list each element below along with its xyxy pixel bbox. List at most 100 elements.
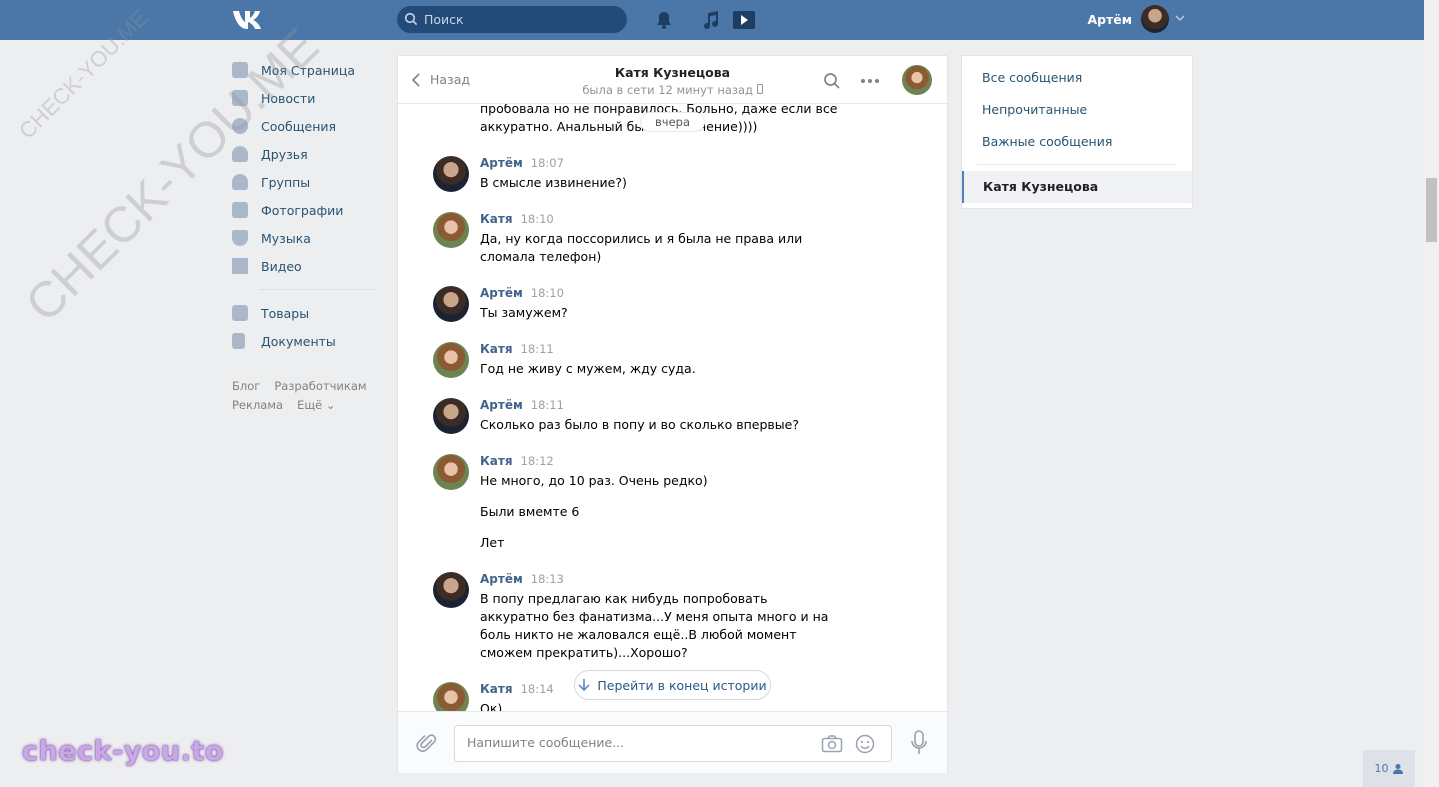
sidebar-item-friends[interactable]: Друзья bbox=[230, 140, 380, 168]
watermark-text: check-you.to bbox=[22, 736, 224, 767]
search-icon bbox=[404, 12, 418, 26]
message-author[interactable]: Артём 18:11 bbox=[480, 398, 564, 412]
message-author[interactable]: Катя 18:14 bbox=[480, 682, 554, 696]
scroll-to-end-button[interactable]: Перейти в конец истории bbox=[574, 670, 771, 700]
avatar[interactable] bbox=[1141, 5, 1169, 33]
sidebar-item-music[interactable]: Музыка bbox=[230, 224, 380, 252]
sidebar-item-label: Видео bbox=[261, 258, 302, 274]
sidebar-item-label: Музыка bbox=[261, 230, 311, 246]
sidebar-item-label: Документы bbox=[261, 333, 336, 349]
message-time: 18:11 bbox=[520, 342, 554, 356]
sidebar-item-label: Товары bbox=[261, 305, 310, 321]
camera-icon[interactable] bbox=[821, 734, 843, 754]
search-box[interactable]: Поиск bbox=[397, 6, 627, 33]
paperclip-icon[interactable] bbox=[416, 732, 438, 754]
avatar[interactable] bbox=[902, 65, 932, 95]
person-icon bbox=[1392, 763, 1403, 774]
message-author[interactable]: Катя 18:11 bbox=[480, 342, 554, 356]
camera-icon bbox=[232, 202, 248, 218]
avatar[interactable] bbox=[433, 682, 469, 711]
page-scrollbar[interactable] bbox=[1424, 0, 1439, 787]
message-text: Год не живу с мужем, жду суда. bbox=[480, 361, 696, 376]
counter-value: 10 bbox=[1374, 762, 1389, 775]
filter-unread[interactable]: Непрочитанные bbox=[982, 102, 1087, 117]
avatar[interactable] bbox=[433, 454, 469, 490]
scroll-to-end-label: Перейти в конец истории bbox=[597, 677, 767, 693]
chat-panel: Назад Катя Кузнецова была в сети 12 мину… bbox=[397, 55, 948, 773]
message-text: Ты замужем? bbox=[480, 305, 568, 320]
video-icon bbox=[232, 258, 248, 274]
online-friends-counter[interactable]: 10 bbox=[1363, 750, 1415, 787]
avatar[interactable] bbox=[433, 212, 469, 248]
message-text: Были вмемте 6 bbox=[480, 504, 580, 519]
sidebar-item-groups[interactable]: Группы bbox=[230, 168, 380, 196]
message-author[interactable]: Артём 18:10 bbox=[480, 286, 564, 300]
avatar[interactable] bbox=[433, 286, 469, 322]
avatar[interactable] bbox=[433, 156, 469, 192]
groups-icon bbox=[232, 174, 248, 190]
message-text: В смысле извинение?) bbox=[480, 175, 627, 190]
message-history[interactable]: пробовала но не понравилось. Больно, даж… bbox=[398, 104, 947, 711]
user-name[interactable]: Артём bbox=[1087, 12, 1132, 27]
phone-icon bbox=[756, 84, 763, 94]
last-seen-text: была в сети 12 минут назад bbox=[582, 83, 754, 97]
play-icon[interactable] bbox=[732, 10, 756, 30]
sidebar-item-documents[interactable]: Документы bbox=[230, 327, 380, 355]
bag-icon bbox=[232, 305, 248, 321]
footer-link-developers[interactable]: Разработчикам bbox=[274, 379, 366, 393]
message-author[interactable]: Артём 18:13 bbox=[480, 572, 564, 586]
message-author[interactable]: Катя 18:12 bbox=[480, 454, 554, 468]
music-icon[interactable] bbox=[701, 10, 721, 30]
message-composer bbox=[398, 711, 947, 773]
smile-icon[interactable] bbox=[855, 734, 875, 754]
message-text: Не много, до 10 раз. Очень редко) bbox=[480, 473, 708, 488]
message-author[interactable]: Катя 18:10 bbox=[480, 212, 554, 226]
sidebar-item-label: Друзья bbox=[261, 146, 308, 162]
sidebar-divider bbox=[259, 289, 375, 290]
active-conversation-label: Катя Кузнецова bbox=[983, 179, 1099, 194]
active-conversation-item[interactable]: Катя Кузнецова bbox=[962, 171, 1192, 203]
more-icon[interactable] bbox=[860, 72, 880, 90]
sidebar-item-label: Фотографии bbox=[261, 202, 344, 218]
date-separator: вчера bbox=[640, 112, 705, 132]
sidebar-item-goods[interactable]: Товары bbox=[230, 299, 380, 327]
message-input[interactable] bbox=[467, 735, 807, 750]
message-time: 18:11 bbox=[530, 398, 564, 412]
menu-divider bbox=[977, 164, 1177, 165]
avatar[interactable] bbox=[433, 398, 469, 434]
vk-logo-icon[interactable] bbox=[232, 8, 266, 30]
microphone-icon[interactable] bbox=[910, 730, 928, 756]
sidebar-item-label: Сообщения bbox=[261, 118, 337, 134]
message-time: 18:10 bbox=[520, 212, 554, 226]
sidebar-item-label: Группы bbox=[261, 174, 311, 190]
top-navigation-bar: Поиск Артём bbox=[0, 0, 1424, 40]
footer-link-blog[interactable]: Блог bbox=[232, 379, 260, 393]
scrollbar-thumb[interactable] bbox=[1426, 178, 1437, 242]
message-time: 18:10 bbox=[530, 286, 564, 300]
message-time: 18:07 bbox=[530, 156, 564, 170]
bell-icon[interactable] bbox=[654, 10, 674, 30]
message-text: В попу предлагаю как нибудь попробовать … bbox=[480, 591, 829, 660]
message-time: 18:12 bbox=[520, 454, 554, 468]
sidebar-item-video[interactable]: Видео bbox=[230, 252, 380, 280]
avatar[interactable] bbox=[433, 342, 469, 378]
filter-important[interactable]: Важные сообщения bbox=[982, 134, 1112, 149]
avatar[interactable] bbox=[433, 572, 469, 608]
message-time: 18:14 bbox=[520, 682, 554, 696]
footer-link-ads[interactable]: Реклама bbox=[232, 398, 283, 412]
message-text: Лет bbox=[480, 535, 505, 550]
search-placeholder: Поиск bbox=[424, 12, 464, 27]
filter-all-messages[interactable]: Все сообщения bbox=[982, 70, 1082, 85]
message-input-box[interactable] bbox=[454, 725, 892, 762]
chevron-down-icon[interactable] bbox=[1175, 13, 1185, 23]
message-text: Сколько раз было в попу и во сколько впе… bbox=[480, 417, 799, 432]
music-icon bbox=[232, 230, 248, 246]
footer-link-more[interactable]: Ещё ⌄ bbox=[297, 398, 335, 412]
message-text: Да, ну когда поссорились и я была не пра… bbox=[480, 231, 803, 264]
document-icon bbox=[232, 333, 245, 349]
sidebar-item-photos[interactable]: Фотографии bbox=[230, 196, 380, 224]
arrow-down-icon bbox=[578, 679, 590, 692]
search-icon[interactable] bbox=[823, 72, 841, 90]
message-author[interactable]: Артём 18:07 bbox=[480, 156, 564, 170]
message-text: Ок) bbox=[480, 701, 503, 711]
